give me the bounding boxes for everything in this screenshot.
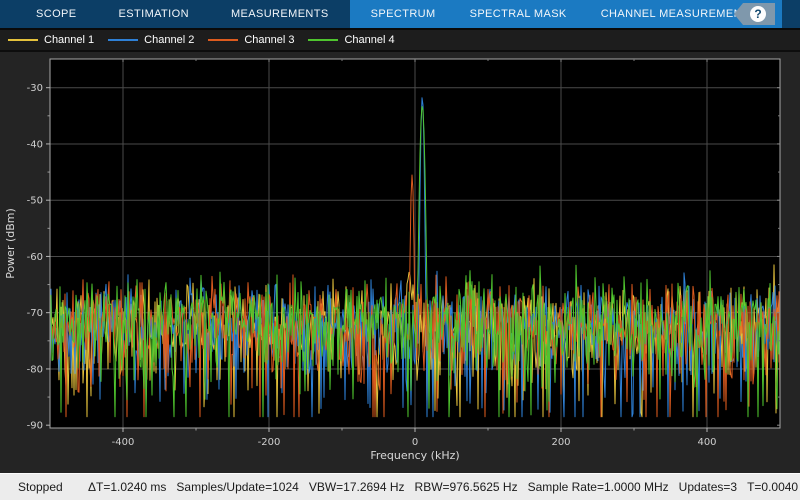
legend-item-channel-1[interactable]: Channel 1 [8,34,94,46]
tab-measurements[interactable]: MEASUREMENTS [210,0,350,28]
spectrum-chart[interactable]: -400 -200 0 200 400 -30 -40 -50 -60 -70 -80 -90 Freq… [0,52,800,473]
x-tick-label: 0 [412,437,418,448]
y-tick-label: -90 [27,421,43,432]
y-tick-label: -40 [27,139,43,150]
y-tick-label: -70 [27,308,43,319]
status-updates: Updates=3 [679,480,737,494]
active-tab-group: SPECTRUM SPECTRAL MASK CHANNEL MEASUREME… [350,0,782,28]
legend: Channel 1 Channel 2 Channel 3 Channel 4 [0,30,800,52]
status-sample-rate: Sample Rate=1.0000 MHz [528,480,669,494]
spectrum-plot-panel[interactable]: -400 -200 0 200 400 -30 -40 -50 -60 -70 -80 -90 Freq… [0,52,800,473]
tab-spectrum[interactable]: SPECTRUM [354,0,453,28]
legend-label: Channel 4 [344,34,394,46]
tab-estimation[interactable]: ESTIMATION [98,0,210,28]
legend-label: Channel 3 [244,34,294,46]
status-state: Stopped [18,480,88,494]
y-axis-label: Power (dBm) [4,208,17,279]
y-tick-label: -30 [27,83,43,94]
legend-item-channel-3[interactable]: Channel 3 [208,34,294,46]
legend-item-channel-2[interactable]: Channel 2 [108,34,194,46]
status-bar: Stopped ΔT=1.0240 ms Samples/Update=1024… [0,473,800,500]
status-time: T=0.0040 [747,480,798,494]
status-samples-per-update: Samples/Update=1024 [176,480,298,494]
x-tick-label: -200 [258,437,281,448]
status-rbw: RBW=976.5625 Hz [415,480,518,494]
legend-line-swatch [208,39,238,41]
legend-line-swatch [108,39,138,41]
x-axis-label: Frequency (kHz) [370,449,459,462]
toolstrip-tab-bar: SCOPE ESTIMATION MEASUREMENTS SPECTRUM S… [0,0,800,28]
legend-line-swatch [308,39,338,41]
status-vbw: VBW=17.2694 Hz [309,480,405,494]
tab-scope[interactable]: SCOPE [15,0,98,28]
y-tick-label: -80 [27,364,43,375]
legend-line-swatch [8,39,38,41]
y-tick-label: -50 [27,196,43,207]
x-tick-label: -400 [112,437,135,448]
legend-item-channel-4[interactable]: Channel 4 [308,34,394,46]
x-tick-label: 200 [551,437,570,448]
x-tick-label: 400 [697,437,716,448]
legend-label: Channel 1 [44,34,94,46]
status-delta-t: ΔT=1.0240 ms [88,480,166,494]
y-tick-label: -60 [27,252,43,263]
legend-label: Channel 2 [144,34,194,46]
help-icon: ? [750,6,766,22]
spectrum-analyzer-window: SCOPE ESTIMATION MEASUREMENTS SPECTRUM S… [0,0,800,500]
tab-spectral-mask[interactable]: SPECTRAL MASK [453,0,584,28]
